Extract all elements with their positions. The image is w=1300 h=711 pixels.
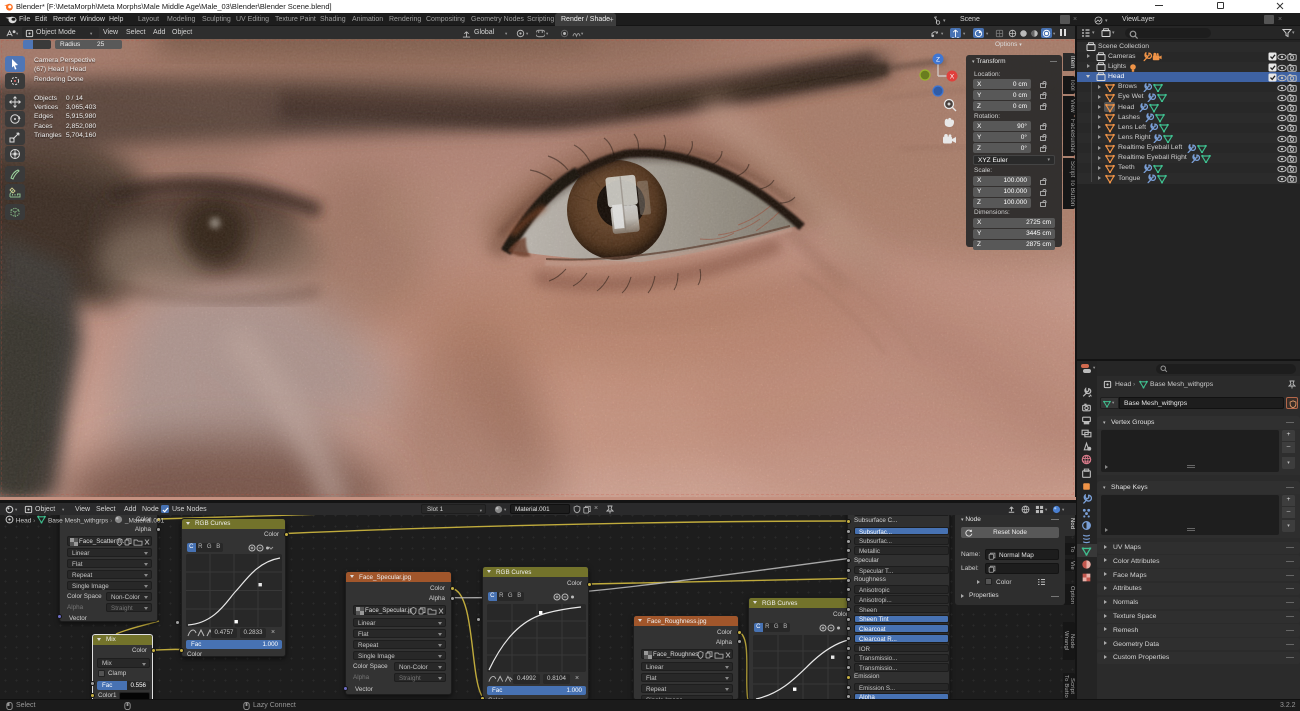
svg-text:X: X	[950, 74, 955, 81]
svg-text:Z: Z	[936, 57, 940, 64]
